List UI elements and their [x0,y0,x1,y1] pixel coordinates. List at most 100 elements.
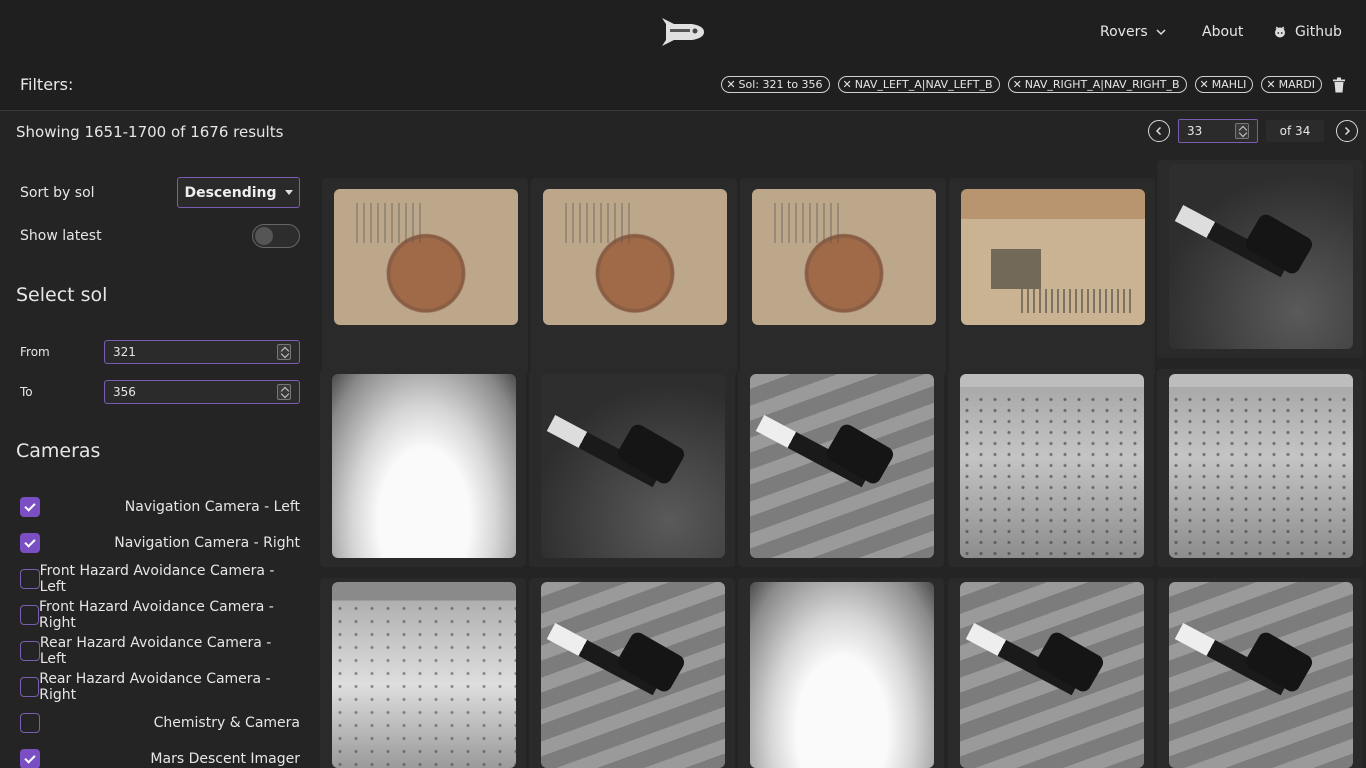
trash-icon[interactable] [1332,77,1346,93]
sol-to-value: 356 [113,385,136,399]
rover-photo[interactable] [961,189,1145,325]
page-number-input[interactable]: 33 [1178,119,1258,143]
rover-photo[interactable] [750,374,934,558]
camera-checkbox[interactable] [20,497,40,517]
nav-about-label: About [1202,24,1244,40]
close-icon[interactable]: ✕ [726,78,735,91]
sort-value: Descending [184,184,277,201]
camera-checkbox[interactable] [20,533,40,553]
caret-down-icon [284,190,293,195]
photo-card[interactable] [1157,369,1363,567]
camera-label: Mars Descent Imager [150,751,300,767]
photo-card[interactable] [948,578,1154,768]
filter-chips: ✕ Sol: 321 to 356 ✕ NAV_LEFT_A|NAV_LEFT_… [721,76,1346,93]
camera-option[interactable]: Navigation Camera - Left [20,497,300,517]
sol-to-row: To 356 [20,380,300,404]
nav-about-link[interactable]: About [1202,24,1243,40]
camera-option[interactable]: Front Hazard Avoidance Camera - Right [20,599,300,631]
camera-label: Rear Hazard Avoidance Camera - Left [39,635,272,667]
camera-checkbox[interactable] [20,713,40,733]
filter-chip-nav-left[interactable]: ✕ NAV_LEFT_A|NAV_LEFT_B [837,76,1000,93]
photo-card[interactable] [531,178,737,376]
prev-page-button[interactable] [1148,120,1170,142]
photo-card[interactable] [738,369,944,567]
photo-card[interactable] [949,178,1155,376]
rover-photo[interactable] [332,582,516,768]
rover-photo[interactable] [752,189,936,325]
camera-checkbox[interactable] [20,605,40,625]
chip-label: NAV_RIGHT_A|NAV_RIGHT_B [1024,78,1180,91]
sort-label: Sort by sol [20,184,95,201]
show-latest-toggle[interactable] [252,224,300,248]
rover-photo[interactable] [1169,582,1353,768]
photo-card[interactable] [1157,160,1363,358]
sol-from-input[interactable]: 321 [104,340,300,364]
rover-photo[interactable] [960,582,1144,768]
camera-label: Navigation Camera - Left [124,499,300,515]
camera-checkbox[interactable] [20,569,40,589]
photo-card[interactable] [529,578,735,768]
camera-option[interactable]: Front Hazard Avoidance Camera - Left [20,563,300,595]
nav-rovers-menu[interactable]: Rovers [1100,24,1166,40]
camera-checkbox[interactable] [20,749,40,768]
page-stepper[interactable] [1235,123,1249,139]
rover-photo[interactable] [543,189,727,325]
rover-photo[interactable] [750,582,934,768]
chevron-left-icon [1155,126,1162,136]
rover-photo[interactable] [332,374,516,558]
top-navbar: Rovers About Github [0,0,1366,64]
camera-option[interactable]: Mars Descent Imager [20,749,300,768]
sol-to-input[interactable]: 356 [104,380,300,404]
close-icon[interactable]: ✕ [1266,78,1275,91]
nav-github-label: Github [1295,24,1342,40]
rover-photo[interactable] [1169,164,1353,349]
camera-checkbox[interactable] [20,677,40,697]
results-summary: Showing 1651-1700 of 1676 results [16,123,284,141]
photo-card[interactable] [1157,578,1363,768]
photo-card[interactable] [322,178,528,376]
show-latest-label: Show latest [20,228,102,244]
chevron-right-icon [1344,126,1351,136]
camera-option[interactable]: Rear Hazard Avoidance Camera - Left [20,635,300,667]
camera-option[interactable]: Chemistry & Camera [20,713,300,733]
camera-option[interactable]: Rear Hazard Avoidance Camera - Right [20,671,300,703]
photo-card[interactable] [738,578,944,768]
filter-chip-mardi[interactable]: ✕ MARDI [1261,76,1322,93]
photo-card[interactable] [320,369,526,567]
close-icon[interactable]: ✕ [1013,78,1022,91]
filter-chip-mahli[interactable]: ✕ MAHLI [1194,76,1254,93]
camera-option[interactable]: Navigation Camera - Right [20,533,300,553]
sort-row: Sort by sol Descending [20,177,300,208]
rover-photo[interactable] [334,189,518,325]
next-page-button[interactable] [1336,120,1358,142]
sol-to-stepper[interactable] [277,384,291,400]
sol-from-stepper[interactable] [277,344,291,360]
filter-chip-nav-right[interactable]: ✕ NAV_RIGHT_A|NAV_RIGHT_B [1007,76,1187,93]
nav-rovers-label: Rovers [1100,24,1148,40]
photo-card[interactable] [740,178,946,376]
rover-photo[interactable] [541,582,725,768]
rocket-icon[interactable] [662,14,706,50]
rover-photo[interactable] [1169,374,1353,558]
filter-chip-sol[interactable]: ✕ Sol: 321 to 356 [721,76,830,93]
page-number-value: 33 [1187,124,1203,138]
camera-checkbox[interactable] [20,641,40,661]
nav-github-link[interactable]: Github [1273,24,1342,40]
rover-photo[interactable] [960,374,1144,558]
select-sol-heading: Select sol [16,284,108,306]
photo-card[interactable] [320,578,526,768]
photo-card[interactable] [948,369,1154,567]
photo-gallery [320,160,1366,768]
sort-dropdown[interactable]: Descending [177,177,300,208]
sol-to-label: To [20,385,33,399]
close-icon[interactable]: ✕ [843,78,852,91]
rover-photo[interactable] [541,374,725,558]
photo-card[interactable] [529,369,735,567]
close-icon[interactable]: ✕ [1200,78,1209,91]
camera-label: Rear Hazard Avoidance Camera - Right [39,671,271,703]
camera-label: Navigation Camera - Right [114,535,300,551]
chip-label: MAHLI [1211,78,1247,91]
camera-label: Chemistry & Camera [153,715,300,731]
camera-label: Front Hazard Avoidance Camera - Right [39,599,274,631]
chip-label: MARDI [1278,78,1315,91]
